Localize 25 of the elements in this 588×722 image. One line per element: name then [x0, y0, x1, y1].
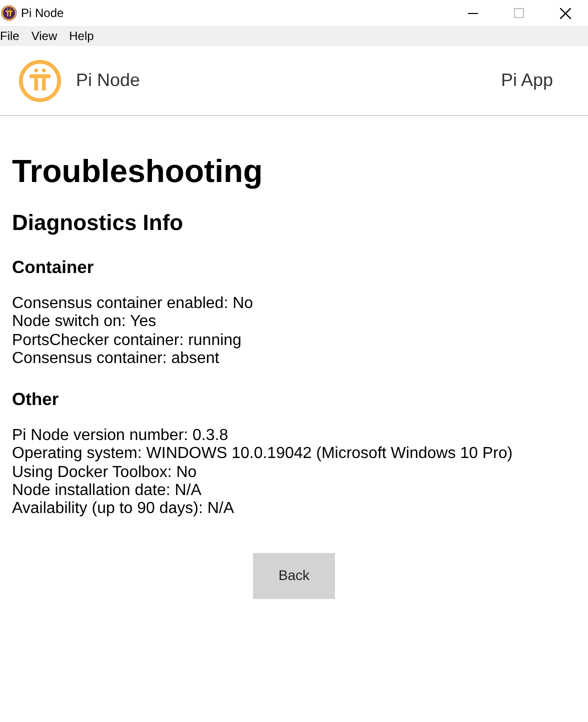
maximize-icon	[514, 8, 524, 18]
info-line: Consensus container enabled: No	[12, 295, 254, 314]
pi-app-link[interactable]: Pi App	[500, 67, 553, 94]
info-line: PortsChecker container: running	[12, 332, 242, 350]
close-icon	[560, 8, 570, 18]
menu-item[interactable]: View	[31, 27, 58, 45]
page-title: Troubleshooting	[12, 152, 264, 190]
info-line: Using Docker Toolbox: No	[12, 464, 198, 482]
info-line: Operating system: WINDOWS 10.0.19042 (Microsoft Windows 10 Pro)	[12, 445, 514, 464]
group-title: Container	[12, 256, 95, 278]
info-line: Availability (up to 90 days): N/A	[12, 500, 236, 519]
menu-item[interactable]: Help	[69, 27, 94, 45]
window-title: Pi Node	[21, 5, 64, 22]
info-line: Node switch on: Yes	[12, 313, 158, 332]
section-title: Diagnostics Info	[12, 210, 184, 236]
app-logo-icon	[1, 5, 17, 21]
minimize-icon	[468, 12, 478, 14]
pi-logo-icon	[17, 58, 63, 104]
app-name: Pi Node	[76, 69, 140, 92]
info-line: Consensus container: absent	[12, 350, 220, 368]
info-line: Pi Node version number: 0.3.8	[12, 427, 230, 446]
back-button[interactable]: Back	[253, 552, 335, 599]
group-title: Other	[12, 388, 60, 410]
info-line: Node installation date: N/A	[12, 482, 202, 500]
menu-item[interactable]: File	[0, 27, 20, 45]
